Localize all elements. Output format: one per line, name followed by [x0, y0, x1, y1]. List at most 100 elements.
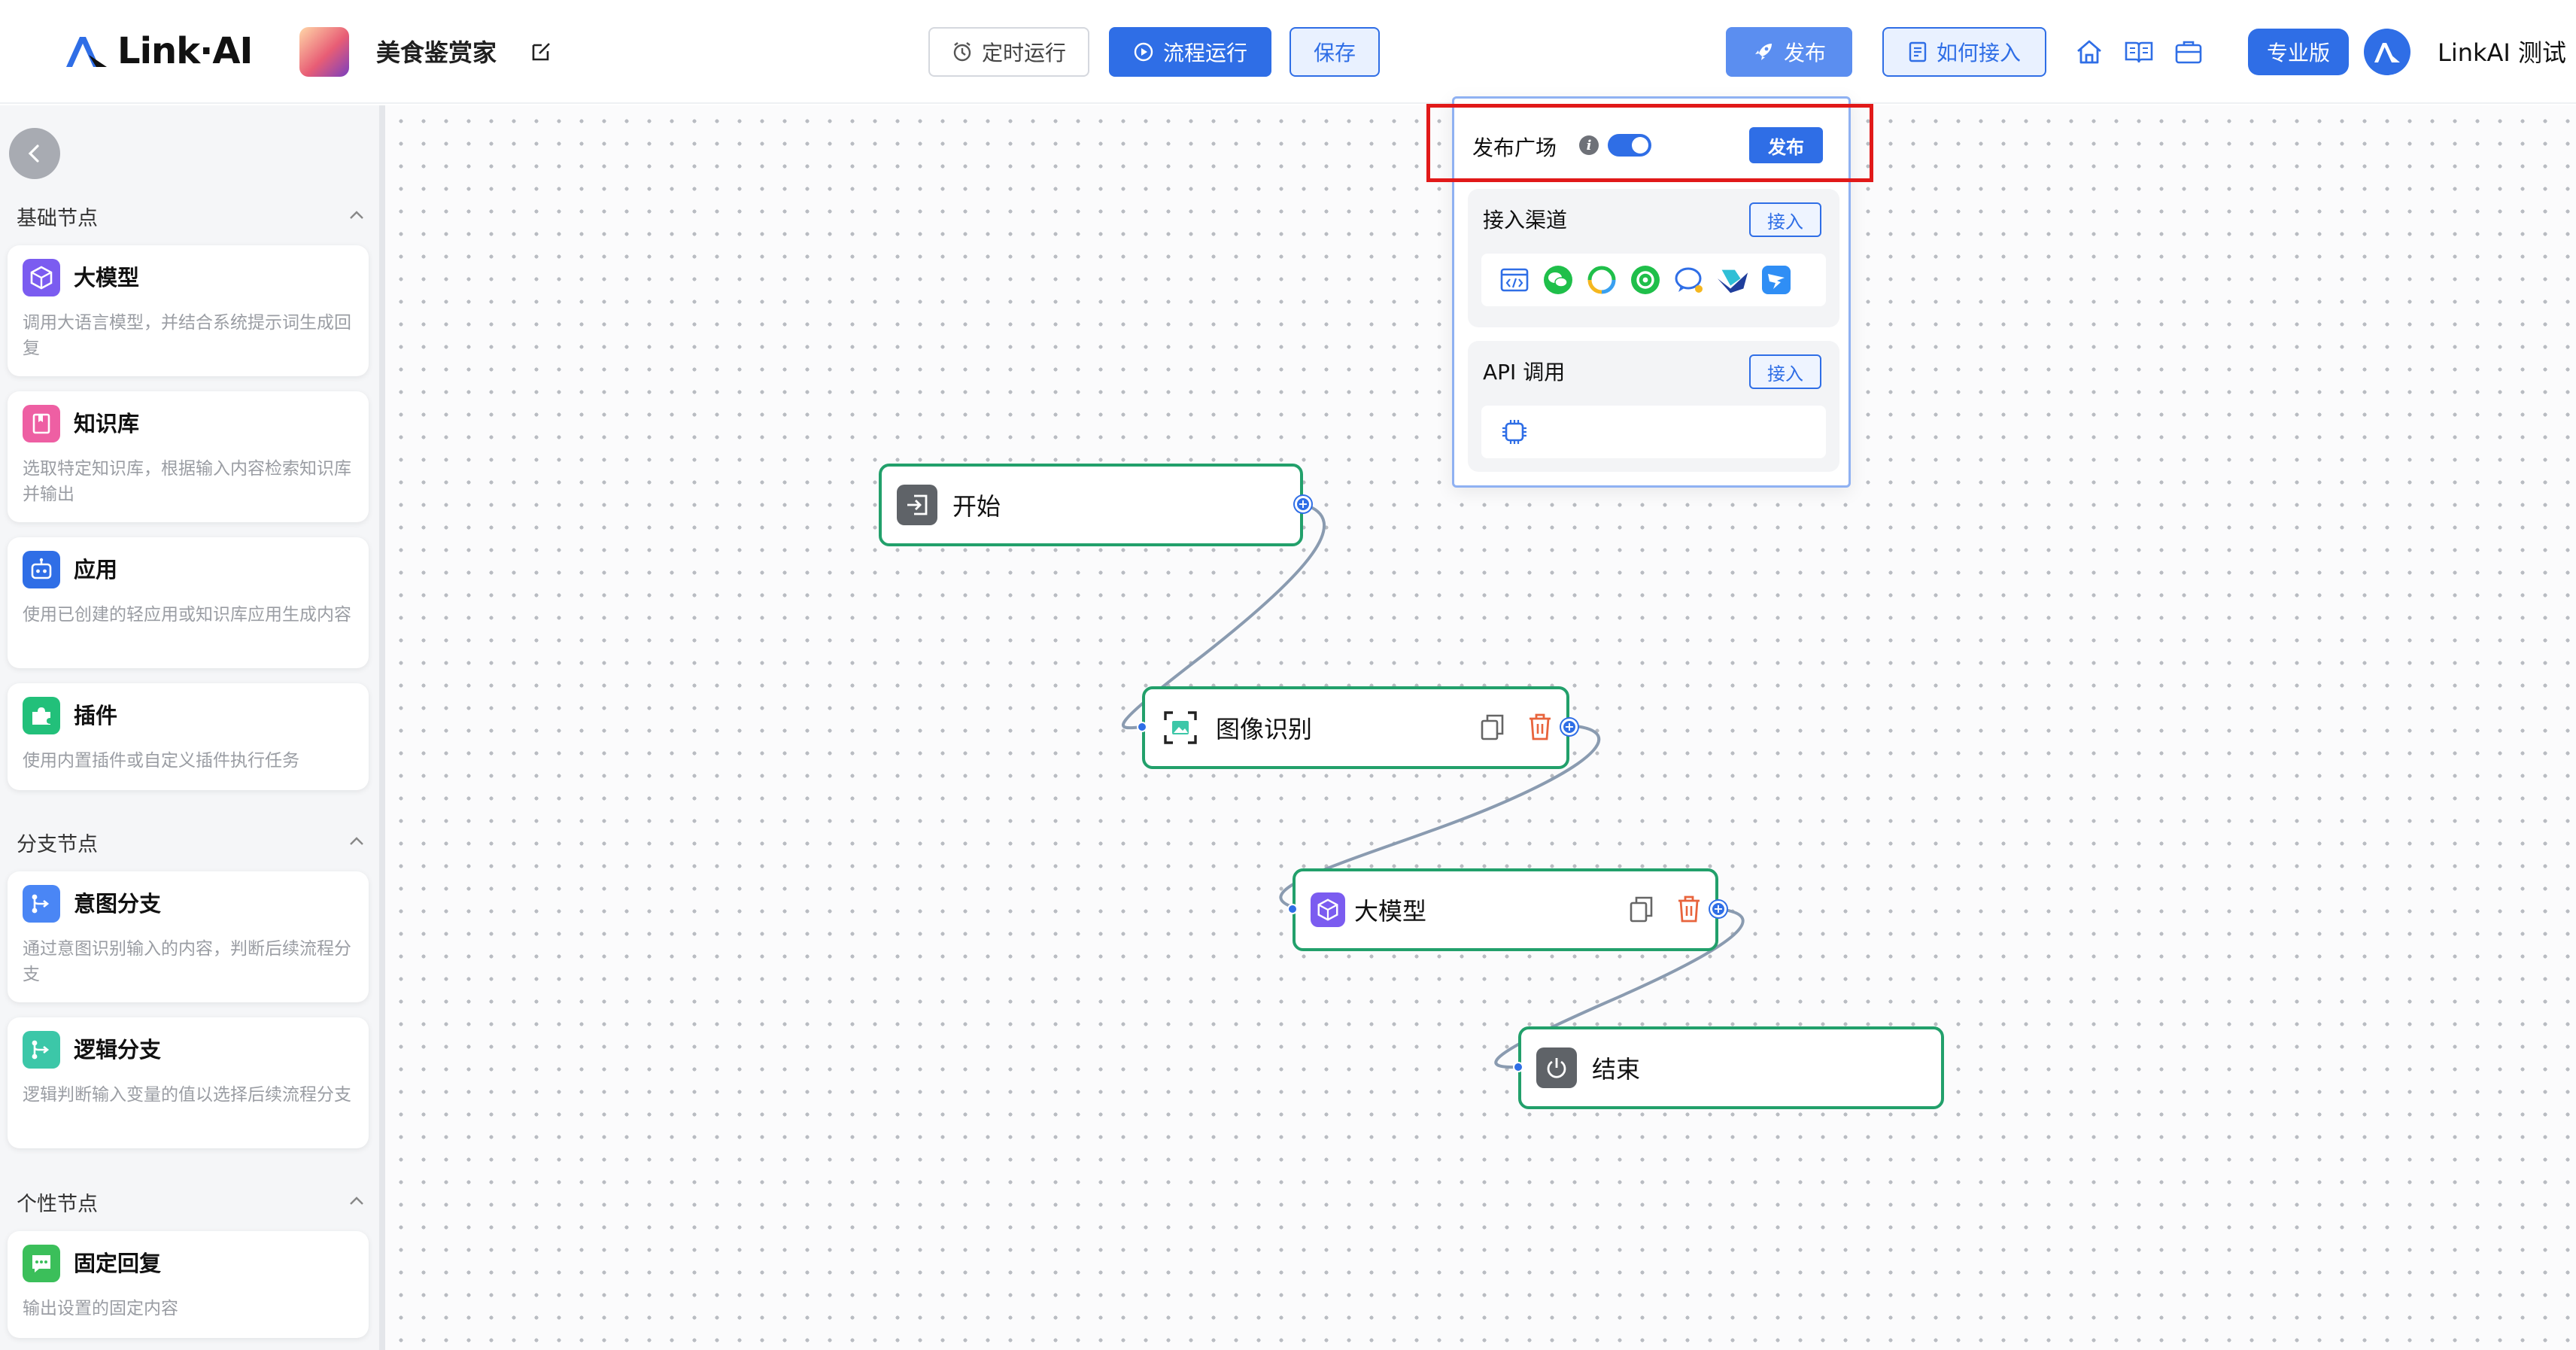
channels-label: 接入渠道 — [1483, 208, 1568, 233]
user-avatar[interactable] — [2364, 29, 2410, 75]
node-card-desc: 调用大语言模型，并结合系统提示词生成回复 — [23, 313, 351, 358]
collapse-sidebar-button[interactable] — [9, 128, 60, 179]
node-card-title: 大模型 — [74, 265, 140, 290]
api-label: API 调用 — [1483, 360, 1566, 385]
api-chip-icon[interactable] — [1498, 415, 1531, 448]
flow-run-button[interactable]: 流程运行 — [1109, 27, 1271, 77]
puzzle-icon — [23, 697, 60, 734]
linkai-avatar-icon — [2374, 43, 2400, 62]
node-actions — [1479, 712, 1553, 742]
api-connect-button[interactable]: 接入 — [1749, 354, 1821, 389]
input-port-end[interactable] — [1513, 1062, 1523, 1072]
node-card-desc: 通过意图识别输入的内容，判断后续流程分支 — [23, 939, 351, 984]
node-label: 结束 — [1592, 1055, 1641, 1084]
delete-icon[interactable] — [1676, 894, 1702, 924]
message-icon — [23, 1245, 60, 1282]
power-icon — [1536, 1047, 1577, 1088]
how-to-connect-button[interactable]: 如何接入 — [1882, 27, 2046, 77]
node-card-title: 应用 — [74, 557, 118, 582]
branch-icon — [23, 885, 60, 923]
logo-text: Link·AI — [117, 30, 253, 72]
robot-icon — [23, 551, 60, 588]
copy-icon[interactable] — [1479, 712, 1506, 742]
api-section: API 调用 接入 — [1468, 341, 1839, 472]
input-port-llm[interactable] — [1287, 904, 1298, 914]
node-card-intent-branch[interactable]: 意图分支 通过意图识别输入的内容，判断后续流程分支 — [8, 871, 369, 1002]
section-title-custom: 个性节点 — [17, 1193, 98, 1216]
knowledge-book-icon — [23, 405, 60, 442]
web-embed-icon[interactable] — [1498, 263, 1531, 296]
flow-node-end[interactable]: 结束 — [1518, 1026, 1944, 1109]
feishu-icon[interactable] — [1716, 263, 1749, 296]
image-scan-icon — [1160, 707, 1201, 748]
wechat-work-icon[interactable] — [1585, 263, 1618, 296]
api-icons — [1481, 406, 1826, 458]
home-icon[interactable] — [2073, 36, 2105, 68]
node-card-app[interactable]: 应用 使用已创建的轻应用或知识库应用生成内容 — [8, 537, 369, 668]
flow-node-llm[interactable]: 大模型 — [1293, 868, 1718, 951]
llm-cube-icon — [1311, 892, 1345, 927]
node-label: 图像识别 — [1216, 715, 1313, 743]
app-name: 美食鉴赏家 — [376, 38, 497, 67]
node-card-llm[interactable]: 大模型 调用大语言模型，并结合系统提示词生成回复 — [8, 245, 369, 376]
save-button[interactable]: 保存 — [1290, 27, 1380, 77]
delete-icon[interactable] — [1527, 712, 1553, 742]
api-connect-label: 接入 — [1767, 363, 1803, 385]
output-port-llm[interactable]: + — [1710, 901, 1727, 917]
chevron-up-icon[interactable] — [346, 205, 367, 226]
annotation-highlight-box — [1426, 104, 1873, 182]
copy-icon[interactable] — [1628, 894, 1655, 924]
node-label: 大模型 — [1354, 897, 1427, 926]
user-name[interactable]: LinkAI 测试 — [2438, 33, 2566, 72]
node-card-title: 意图分支 — [74, 891, 162, 917]
chevron-up-icon[interactable] — [346, 831, 367, 852]
dingtalk-icon[interactable] — [1760, 263, 1793, 296]
node-card-desc: 输出设置的固定内容 — [23, 1299, 178, 1318]
node-card-knowledge[interactable]: 知识库 选取特定知识库，根据输入内容检索知识库并输出 — [8, 391, 369, 522]
briefcase-icon[interactable] — [2173, 36, 2204, 68]
wechat-mp-icon[interactable] — [1629, 263, 1662, 296]
linkai-logo-icon — [66, 37, 107, 67]
llm-cube-icon — [23, 259, 60, 296]
chevron-up-icon[interactable] — [346, 1190, 367, 1212]
rocket-icon — [1754, 44, 1772, 60]
chat-bubble-icon[interactable] — [1672, 263, 1706, 296]
enter-icon — [897, 485, 937, 525]
pro-version-label: 专业版 — [2266, 41, 2330, 65]
node-card-fixed-reply[interactable]: 固定回复 输出设置的固定内容 — [8, 1231, 369, 1338]
publish-button[interactable]: 发布 — [1726, 27, 1852, 77]
flow-node-start[interactable]: 开始 — [879, 464, 1303, 546]
publish-label: 发布 — [1783, 41, 1826, 65]
output-port-start[interactable]: + — [1295, 496, 1311, 512]
open-book-icon[interactable] — [2123, 36, 2155, 68]
app-avatar — [299, 27, 349, 77]
input-port-image-recognition[interactable] — [1137, 722, 1147, 732]
schedule-run-button[interactable]: 定时运行 — [928, 27, 1089, 77]
node-card-logic-branch[interactable]: 逻辑分支 逻辑判断输入变量的值以选择后续流程分支 — [8, 1017, 369, 1148]
linkai-logo[interactable]: Link·AI — [63, 27, 253, 75]
channel-icons — [1481, 254, 1826, 306]
output-port-image-recognition[interactable]: + — [1561, 719, 1578, 735]
node-card-title: 插件 — [74, 703, 118, 728]
section-title-basic: 基础节点 — [17, 207, 98, 230]
play-circle-icon — [1134, 42, 1153, 62]
node-card-desc: 使用内置插件或自定义插件执行任务 — [23, 751, 299, 771]
edit-icon[interactable] — [530, 39, 554, 63]
schedule-run-label: 定时运行 — [981, 41, 1066, 65]
top-header: Link·AI 美食鉴赏家 定时运行 流程运行 保存 发布 如何接入 专业版 L… — [0, 0, 2576, 104]
flow-run-label: 流程运行 — [1162, 41, 1247, 65]
document-icon — [1909, 41, 1927, 62]
section-title-branch: 分支节点 — [17, 833, 98, 856]
pro-version-button[interactable]: 专业版 — [2248, 29, 2349, 75]
wechat-icon[interactable] — [1542, 263, 1575, 296]
save-label: 保存 — [1313, 41, 1356, 65]
node-card-plugin[interactable]: 插件 使用内置插件或自定义插件执行任务 — [8, 683, 369, 790]
node-card-desc: 逻辑判断输入变量的值以选择后续流程分支 — [23, 1085, 351, 1105]
node-card-desc: 使用已创建的轻应用或知识库应用生成内容 — [23, 605, 351, 625]
node-card-title: 固定回复 — [74, 1251, 162, 1276]
channels-connect-button[interactable]: 接入 — [1749, 202, 1821, 237]
node-library-sidebar: 基础节点 大模型 调用大语言模型，并结合系统提示词生成回复 知识库 选取特定知识… — [0, 105, 385, 1350]
logic-branch-icon — [23, 1031, 60, 1069]
flow-node-image-recognition[interactable]: 图像识别 — [1142, 686, 1569, 769]
node-card-title: 知识库 — [74, 411, 140, 436]
